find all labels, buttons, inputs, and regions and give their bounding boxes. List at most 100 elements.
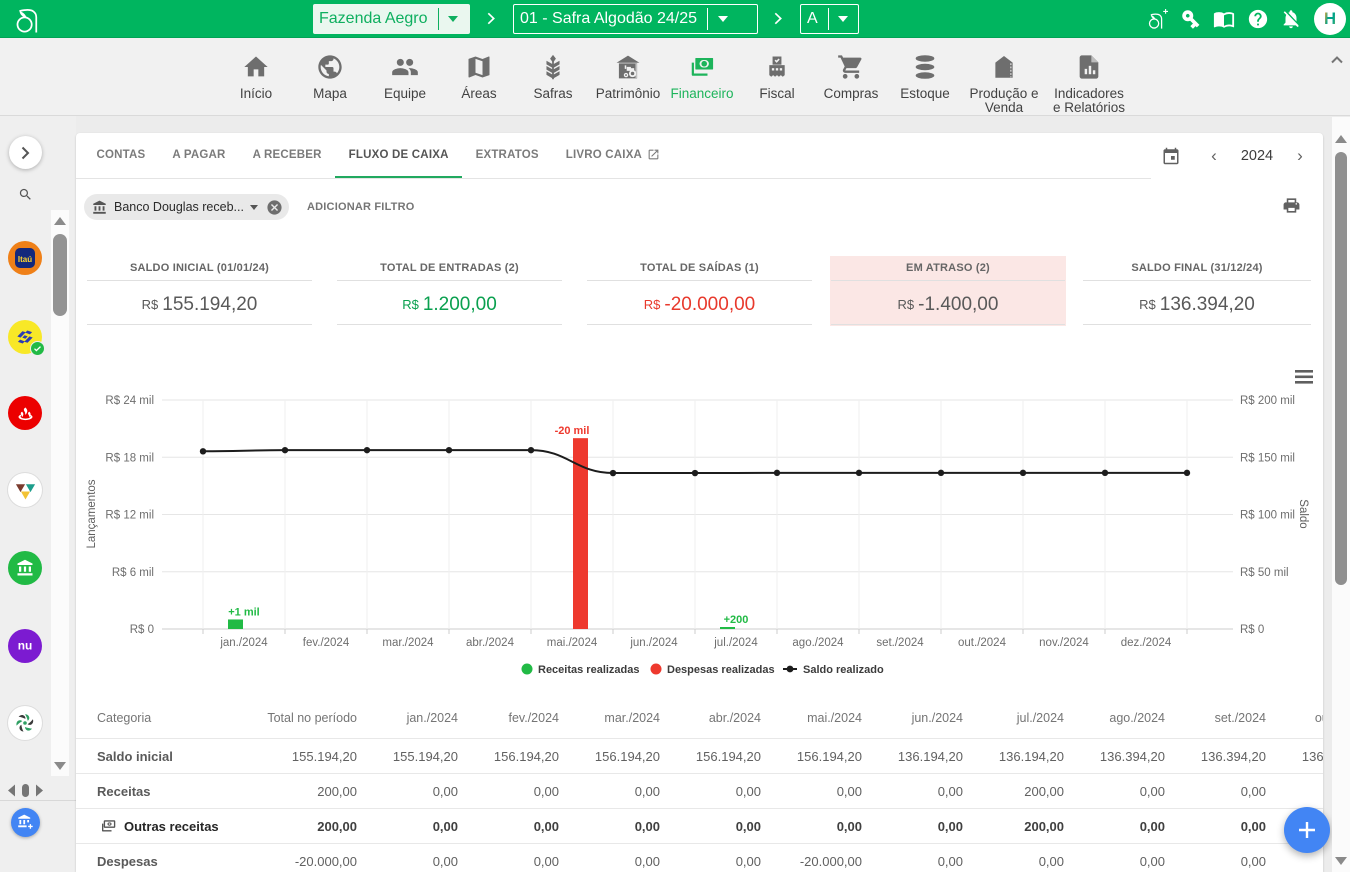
divider	[831, 324, 1065, 325]
table-cell: 0,00	[761, 819, 862, 834]
table-cell: -20.000,00	[761, 854, 862, 869]
report-icon	[1034, 53, 1144, 82]
svg-text:R$ 200 mil: R$ 200 mil	[1240, 395, 1295, 407]
scroll-up-icon[interactable]	[1335, 135, 1347, 143]
chevron-down-icon[interactable]	[829, 16, 858, 22]
bank-account-viacredi[interactable]	[8, 473, 42, 507]
tab-a-pagar[interactable]: A PAGAR	[159, 133, 239, 178]
svg-text:Receitas realizadas: Receitas realizadas	[538, 664, 640, 676]
svg-text:Despesas realizadas: Despesas realizadas	[667, 664, 775, 676]
summary-card-value: R$-1.400,00	[830, 281, 1066, 324]
sidebar-expand-button[interactable]	[9, 136, 42, 169]
previous-year-icon[interactable]: ‹	[1205, 146, 1223, 166]
book-icon[interactable]	[1213, 8, 1235, 30]
svg-text:fev./2024: fev./2024	[303, 637, 350, 649]
summary-card-label: SALDO INICIAL (01/01/24)	[86, 256, 313, 280]
scroll-down-icon[interactable]	[1335, 857, 1347, 865]
bank-icon	[92, 200, 107, 215]
user-avatar[interactable]: H	[1314, 3, 1346, 35]
column-header: mai./2024	[761, 711, 862, 725]
key-icon[interactable]	[1180, 8, 1202, 30]
summary-card-3: EM ATRASO (2)R$-1.400,00	[830, 256, 1066, 326]
plot-selector-label: A	[801, 10, 828, 28]
farm-selector[interactable]: Fazenda Aegro	[313, 4, 470, 34]
crop-season-selector[interactable]: 01 - Safra Algodão 24/25	[513, 4, 758, 34]
chevron-down-icon[interactable]	[439, 16, 468, 22]
notifications-off-icon[interactable]	[1280, 8, 1302, 30]
table-cell: 200,00	[963, 819, 1064, 834]
currency-prefix: R$	[898, 297, 915, 312]
table-cell: 0,00	[559, 854, 660, 869]
finance-card: CONTASA PAGARA RECEBERFLUXO DE CAIXAEXTR…	[76, 133, 1323, 872]
bank-account-banco-generico[interactable]	[8, 551, 42, 585]
tab-extratos[interactable]: EXTRATOS	[462, 133, 552, 178]
svg-text:set./2024: set./2024	[876, 637, 924, 649]
add-bank-account-button[interactable]	[11, 808, 40, 837]
aegro-logo-icon[interactable]	[12, 5, 40, 35]
search-icon[interactable]	[18, 187, 33, 202]
sidebar-scroll-thumb[interactable]	[53, 234, 67, 316]
cashflow-chart: R$ 0R$ 0R$ 6 milR$ 50 milR$ 12 milR$ 100…	[76, 340, 1323, 698]
pager-prev-icon[interactable]	[7, 784, 16, 797]
bank-account-nubank[interactable]: nu	[8, 629, 42, 663]
plot-selector[interactable]: A	[800, 4, 859, 34]
top-header: Fazenda Aegro 01 - Safra Algodão 24/25 A…	[0, 0, 1350, 38]
bank-account-banco-do-brasil[interactable]	[8, 320, 42, 354]
sidebar-scrollbar[interactable]	[51, 210, 69, 776]
column-header: mar./2024	[559, 711, 660, 725]
help-icon[interactable]	[1247, 8, 1269, 30]
remove-filter-icon[interactable]	[266, 199, 283, 216]
breadcrumb-separator	[774, 12, 782, 25]
summary-card-value: R$155.194,20	[86, 281, 313, 324]
next-year-icon[interactable]: ›	[1291, 146, 1309, 166]
money-icon	[99, 817, 117, 835]
table-row-receitas[interactable]: Receitas200,000,000,000,000,000,000,0020…	[76, 773, 1323, 808]
svg-text:R$ 150 mil: R$ 150 mil	[1240, 452, 1295, 464]
main-scrollbar[interactable]	[1332, 117, 1350, 872]
add-transaction-fab[interactable]	[1284, 807, 1330, 853]
row-label: Receitas	[76, 784, 256, 799]
summary-card-0: SALDO INICIAL (01/01/24)R$155.194,20	[86, 256, 313, 326]
chart-legend[interactable]: Receitas realizadasDespesas realizadasSa…	[522, 664, 884, 677]
invite-icon[interactable]	[1146, 8, 1168, 30]
scroll-down-icon[interactable]	[54, 762, 66, 770]
table-cell: 0,00	[1064, 784, 1165, 799]
tab-livro-caixa[interactable]: LIVRO CAIXA	[552, 133, 673, 178]
main-scroll-thumb[interactable]	[1335, 152, 1347, 585]
bank-account-sicredi[interactable]	[8, 706, 42, 740]
calendar-icon[interactable]	[1162, 147, 1180, 165]
summary-card-value: R$-20.000,00	[586, 281, 813, 324]
tab-a-receber[interactable]: A RECEBER	[239, 133, 335, 178]
table-cell: 0,00	[559, 784, 660, 799]
table-row-outras-receitas[interactable]: Outras receitas200,000,000,000,000,000,0…	[76, 808, 1323, 843]
bank-account-itau[interactable]: Itaú	[8, 241, 42, 275]
table-cell: 156.194,20	[761, 749, 862, 764]
currency-prefix: R$	[644, 297, 661, 312]
summary-cards: SALDO INICIAL (01/01/24)R$155.194,20 TOTA…	[76, 239, 1323, 339]
column-header: Total no período	[256, 711, 357, 725]
table-row-saldo-inicial[interactable]: Saldo inicial155.194,20155.194,20156.194…	[76, 738, 1323, 773]
pager-next-icon[interactable]	[35, 784, 44, 797]
table-cell: 156.194,20	[660, 749, 761, 764]
summary-card-2: TOTAL DE SAÍDAS (1)R$-20.000,00	[586, 256, 813, 326]
tab-fluxo-de-caixa[interactable]: FLUXO DE CAIXA	[335, 133, 462, 178]
bank-account-santander[interactable]	[8, 396, 42, 430]
chevron-down-icon[interactable]	[708, 16, 737, 22]
table-cell: 0,00	[458, 784, 559, 799]
nav-item-report[interactable]: Indicadores e Relatórios	[1034, 53, 1144, 115]
svg-text:abr./2024: abr./2024	[466, 637, 515, 649]
scroll-up-icon[interactable]	[54, 217, 66, 225]
collapse-nav-icon[interactable]	[1330, 55, 1344, 64]
add-filter-button[interactable]: ADICIONAR FILTRO	[307, 194, 415, 220]
print-icon[interactable]	[1282, 196, 1301, 215]
table-cell: 136.394,20	[1064, 749, 1165, 764]
svg-text:jun./2024: jun./2024	[629, 637, 678, 649]
chevron-down-icon[interactable]	[250, 205, 258, 210]
bank-sidebar: Itaú nu	[0, 116, 76, 872]
tab-contas[interactable]: CONTAS	[83, 133, 159, 178]
svg-text:R$ 18 mil: R$ 18 mil	[105, 452, 154, 464]
table-row-despesas[interactable]: Despesas-20.000,000,000,000,000,00-20.00…	[76, 843, 1323, 872]
chart-menu-icon[interactable]	[1295, 370, 1313, 384]
summary-card-4: SALDO FINAL (31/12/24)R$136.394,20	[1082, 256, 1312, 326]
bank-filter-chip[interactable]: Banco Douglas receb...	[84, 194, 289, 220]
